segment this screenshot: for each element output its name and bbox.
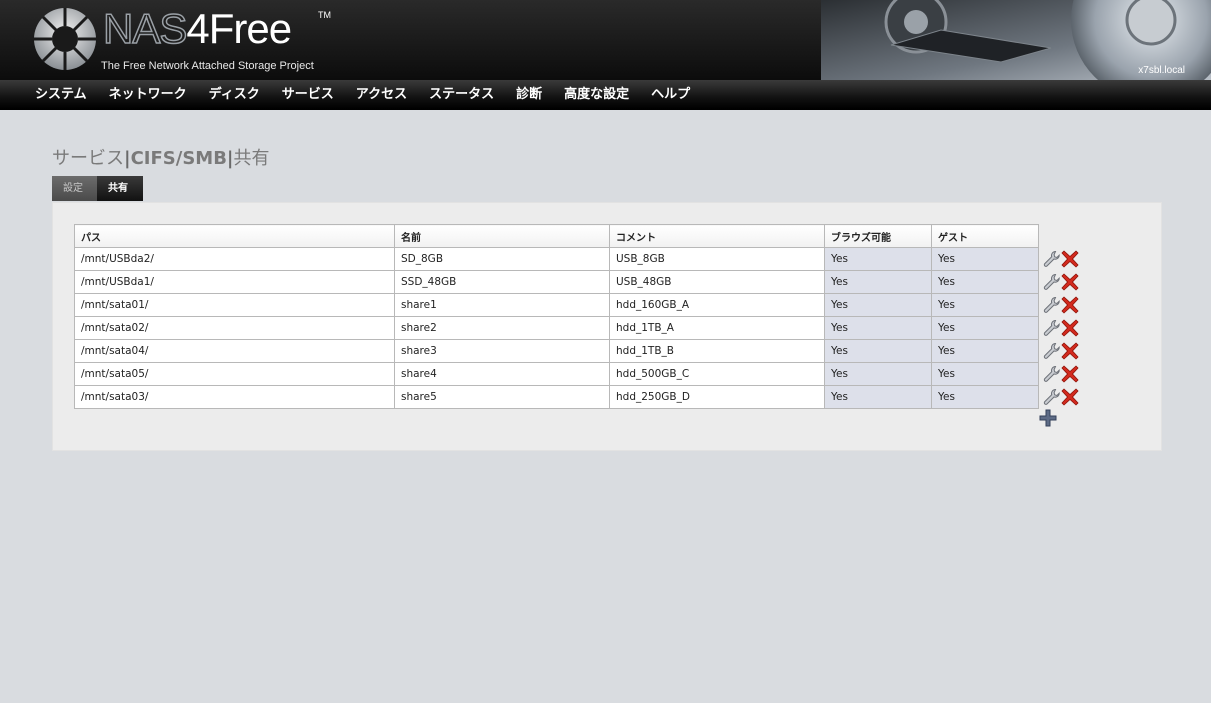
nav-item-status[interactable]: ステータス	[418, 80, 505, 109]
cell-guest: Yes	[931, 362, 1039, 386]
row-actions	[1039, 248, 1088, 271]
nav-item-system[interactable]: システム	[24, 80, 98, 109]
breadcrumb-shares: 共有	[233, 148, 270, 169]
cell-name: SD_8GB	[394, 247, 610, 271]
cell-path: /mnt/sata01/	[74, 293, 395, 317]
cell-guest: Yes	[931, 293, 1039, 317]
hostname-label: x7sbl.local	[1138, 65, 1185, 76]
cell-name: share1	[394, 293, 610, 317]
tab-shares[interactable]: 共有	[97, 176, 143, 201]
plus-icon[interactable]	[1039, 409, 1057, 427]
table-row: /mnt/sata03/share5 hdd_250GB_D Yes Yes	[74, 385, 1088, 409]
table-row: /mnt/sata02/share2 hdd_1TB_A Yes Yes	[74, 316, 1088, 340]
column-header-comment: コメント	[609, 224, 825, 248]
nav-item-access[interactable]: アクセス	[345, 80, 418, 109]
nav-item-help[interactable]: ヘルプ	[640, 80, 701, 109]
delete-x-icon[interactable]	[1061, 250, 1079, 268]
cell-comment: USB_8GB	[609, 247, 825, 271]
nav-item-advanced[interactable]: 高度な設定	[553, 80, 640, 109]
cell-browseable: Yes	[824, 293, 932, 317]
column-header-guest: ゲスト	[931, 224, 1039, 248]
cell-path: /mnt/sata03/	[74, 385, 395, 409]
delete-x-icon[interactable]	[1061, 388, 1079, 406]
cell-browseable: Yes	[824, 362, 932, 386]
logo-wordmark: NAS4Free	[102, 5, 292, 52]
wrench-icon[interactable]	[1043, 250, 1061, 268]
cell-guest: Yes	[931, 385, 1039, 409]
row-actions	[1039, 363, 1088, 386]
page-title: サービス|CIFS/SMB|共有	[52, 144, 270, 170]
cell-name: share3	[394, 339, 610, 363]
cell-path: /mnt/USBda2/	[74, 247, 395, 271]
cell-comment: hdd_1TB_A	[609, 316, 825, 340]
cell-comment: hdd_250GB_D	[609, 385, 825, 409]
column-header-path: パス	[74, 224, 395, 248]
tab-settings[interactable]: 設定	[52, 176, 97, 201]
row-actions	[1039, 271, 1088, 294]
cell-guest: Yes	[931, 316, 1039, 340]
header-banner: NAS4Free TM The Free Network Attached St…	[0, 0, 1211, 80]
breadcrumb-separator: |	[124, 148, 131, 169]
row-actions	[1039, 294, 1088, 317]
cell-comment: USB_48GB	[609, 270, 825, 294]
content-panel: パス 名前 コメント ブラウズ可能 ゲスト /mnt/USBda2/SD_8GB…	[52, 202, 1162, 451]
cell-path: /mnt/sata02/	[74, 316, 395, 340]
delete-x-icon[interactable]	[1061, 365, 1079, 383]
column-header-actions	[1039, 225, 1088, 248]
cell-path: /mnt/sata05/	[74, 362, 395, 386]
delete-x-icon[interactable]	[1061, 273, 1079, 291]
nas4free-logo-icon	[34, 8, 96, 70]
cell-name: SSD_48GB	[394, 270, 610, 294]
table-row: /mnt/sata04/share3 hdd_1TB_B Yes Yes	[74, 339, 1088, 363]
tab-bar: 設定 共有	[52, 176, 143, 201]
wrench-icon[interactable]	[1043, 296, 1061, 314]
cell-name: share2	[394, 316, 610, 340]
breadcrumb-separator: |	[226, 148, 234, 169]
cell-browseable: Yes	[824, 385, 932, 409]
table-row: /mnt/USBda1/SSD_48GB USB_48GB Yes Yes	[74, 270, 1088, 294]
row-actions	[1039, 317, 1088, 340]
cell-browseable: Yes	[824, 316, 932, 340]
row-actions	[1039, 340, 1088, 363]
nav-item-diagnostics[interactable]: 診断	[505, 80, 553, 109]
trademark-mark: TM	[318, 10, 331, 20]
cell-path: /mnt/sata04/	[74, 339, 395, 363]
cell-comment: hdd_160GB_A	[609, 293, 825, 317]
wrench-icon[interactable]	[1043, 273, 1061, 291]
breadcrumb-cifs-smb[interactable]: CIFS/SMB	[131, 148, 227, 169]
cell-guest: Yes	[931, 270, 1039, 294]
cell-path: /mnt/USBda1/	[74, 270, 395, 294]
row-actions	[1039, 386, 1088, 409]
cell-browseable: Yes	[824, 247, 932, 271]
nav-item-disks[interactable]: ディスク	[198, 80, 271, 109]
cell-name: share5	[394, 385, 610, 409]
cell-guest: Yes	[931, 247, 1039, 271]
nav-item-network[interactable]: ネットワーク	[98, 80, 198, 109]
cell-browseable: Yes	[824, 339, 932, 363]
table-row: /mnt/sata01/share1 hdd_160GB_A Yes Yes	[74, 293, 1088, 317]
cell-name: share4	[394, 362, 610, 386]
cell-guest: Yes	[931, 339, 1039, 363]
main-nav: システム ネットワーク ディスク サービス アクセス ステータス 診断 高度な設…	[0, 80, 1211, 110]
wrench-icon[interactable]	[1043, 388, 1061, 406]
delete-x-icon[interactable]	[1061, 296, 1079, 314]
cell-comment: hdd_1TB_B	[609, 339, 825, 363]
tagline: The Free Network Attached Storage Projec…	[101, 60, 314, 72]
nav-item-services[interactable]: サービス	[271, 80, 345, 109]
table-row: /mnt/sata05/share4 hdd_500GB_C Yes Yes	[74, 362, 1088, 386]
shares-table-body: /mnt/USBda2/SD_8GB USB_8GB Yes Yes/mnt/USBd…	[74, 247, 1088, 409]
cell-browseable: Yes	[824, 270, 932, 294]
wrench-icon[interactable]	[1043, 365, 1061, 383]
cell-comment: hdd_500GB_C	[609, 362, 825, 386]
wrench-icon[interactable]	[1043, 319, 1061, 337]
column-header-browseable: ブラウズ可能	[824, 224, 932, 248]
delete-x-icon[interactable]	[1061, 319, 1079, 337]
wrench-icon[interactable]	[1043, 342, 1061, 360]
table-row: /mnt/USBda2/SD_8GB USB_8GB Yes Yes	[74, 247, 1088, 271]
breadcrumb-services[interactable]: サービス	[52, 148, 124, 169]
delete-x-icon[interactable]	[1061, 342, 1079, 360]
column-header-name: 名前	[394, 224, 610, 248]
shares-table: パス 名前 コメント ブラウズ可能 ゲスト /mnt/USBda2/SD_8GB…	[74, 224, 1088, 409]
